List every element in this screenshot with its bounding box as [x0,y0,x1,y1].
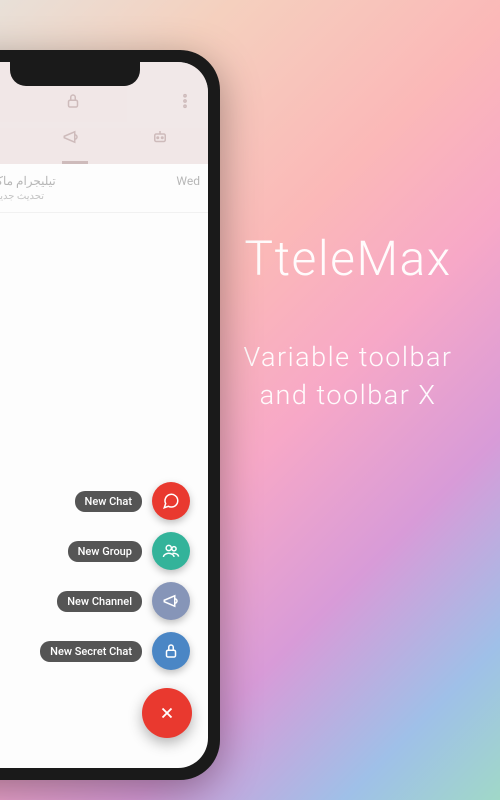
fab-item-new-channel[interactable]: New Channel [57,582,190,620]
fab-label: New Channel [57,591,142,612]
lock-icon[interactable] [64,92,86,114]
overflow-icon[interactable] [176,92,198,114]
tab-bar [0,122,208,164]
chat-icon [152,482,190,520]
chat-row[interactable]: Max | تیلیجرام ماکس ✓ v9.8.7 تحدیث جدید … [0,164,208,213]
tab-channels[interactable] [62,128,88,154]
tab-bots[interactable] [151,128,177,154]
fab-item-new-chat[interactable]: New Chat [75,482,190,520]
chat-title: Max | تیلیجرام ماکس [0,174,56,188]
fab-label: New Secret Chat [40,641,142,662]
phone-frame: Max | تیلیجرام ماکس ✓ v9.8.7 تحدیث جدید … [0,50,220,780]
fab-close-button[interactable] [142,688,192,738]
fab-item-new-group[interactable]: New Group [68,532,190,570]
megaphone-icon [152,582,190,620]
group-icon [152,532,190,570]
fab-item-new-secret-chat[interactable]: New Secret Chat [40,632,190,670]
lock-icon [152,632,190,670]
chat-day: Wed [176,174,200,202]
promo-sub-1: Variable toolbar [208,339,488,377]
phone-screen: Max | تیلیجرام ماکس ✓ v9.8.7 تحدیث جدید … [0,62,208,768]
fab-menu: New Chat New Group New Channel New Secre… [0,482,208,738]
promo-sub-2: and toolbar X [208,377,488,415]
promo-title: TteleMax [208,230,488,287]
fab-label: New Chat [75,491,142,512]
promo-block: TteleMax Variable toolbar and toolbar X [208,230,488,415]
phone-notch [10,62,140,86]
fab-label: New Group [68,541,142,562]
chat-update: تحدیث جدید [0,191,44,202]
